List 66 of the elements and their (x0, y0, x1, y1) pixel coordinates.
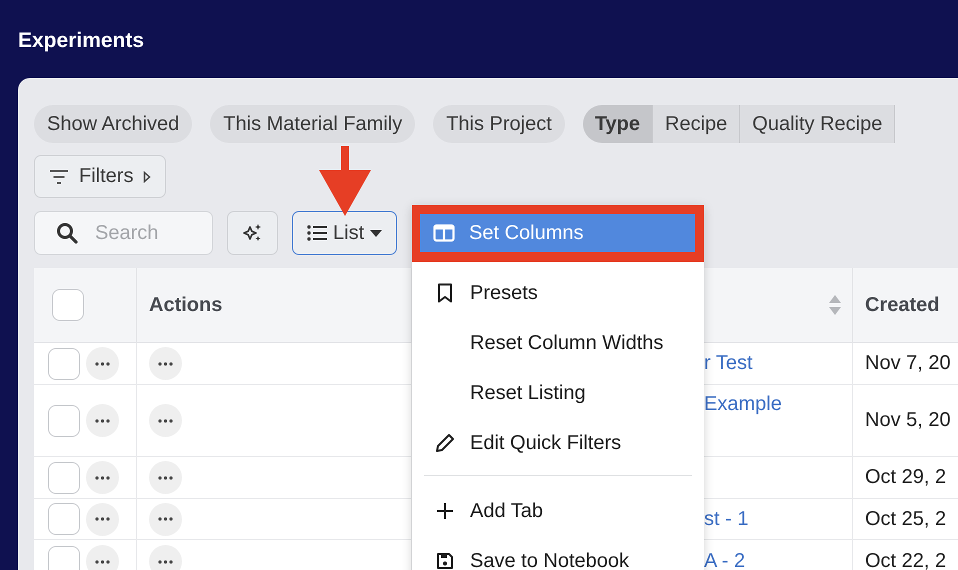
menu-item[interactable]: Set Columns (420, 214, 695, 252)
more-button[interactable] (86, 461, 119, 494)
filter-icon (49, 170, 69, 184)
more-button[interactable] (86, 502, 119, 536)
search-field[interactable]: Search (34, 211, 213, 255)
table-cell: Oct 22, 2 (865, 550, 946, 570)
experiment-link[interactable]: A - 2 (704, 550, 746, 570)
checkbox[interactable] (48, 404, 80, 436)
plus-icon (436, 502, 454, 520)
ellipsis-icon (95, 560, 110, 564)
quick-filter-chip[interactable]: This Project (433, 105, 565, 143)
table-icon (433, 224, 455, 242)
view-dropdown[interactable]: List (292, 211, 398, 255)
menu-item[interactable]: Reset Listing (412, 368, 704, 418)
more-button[interactable] (149, 545, 182, 570)
sparkle-icon (242, 223, 262, 243)
checkbox[interactable] (48, 348, 80, 380)
checkbox[interactable] (52, 289, 84, 321)
ellipsis-icon (95, 517, 110, 521)
more-button[interactable] (149, 502, 182, 536)
experiment-link[interactable]: st - 1 (704, 508, 748, 530)
ellipsis-icon (158, 476, 173, 480)
table-cell: Nov 5, 20 (865, 409, 951, 432)
more-button[interactable] (149, 404, 182, 437)
table-cell: Oct 25, 2 (865, 508, 946, 530)
ellipsis-icon (158, 418, 173, 422)
more-button[interactable] (86, 347, 119, 380)
quick-filter-chip[interactable]: This Material Family (210, 105, 416, 143)
caret-icon (370, 230, 382, 236)
column-header: Created (864, 294, 940, 316)
more-button[interactable] (86, 404, 119, 437)
checkbox[interactable] (48, 503, 80, 535)
ellipsis-icon (95, 362, 110, 366)
group-by-tab[interactable]: Recipe (653, 105, 740, 143)
bookmark-icon (437, 283, 453, 303)
list-icon (307, 225, 327, 241)
table-cell: Nov 7, 20 (865, 352, 951, 375)
group-by-tab[interactable]: Quality Recipe (740, 105, 896, 143)
menu-item[interactable]: Edit Quick Filters (412, 418, 704, 468)
ellipsis-icon (95, 418, 110, 422)
filters-button[interactable]: Filters (34, 155, 166, 198)
quick-filter-chip[interactable]: Show Archived (34, 105, 192, 143)
arrow-annotation (319, 146, 371, 216)
column-header: Actions (148, 294, 222, 316)
search-icon (56, 222, 78, 244)
checkbox[interactable] (48, 546, 80, 570)
ellipsis-icon (95, 476, 110, 480)
more-button[interactable] (86, 545, 119, 570)
ai-button[interactable] (227, 211, 278, 255)
page-title: Experiments (17, 28, 146, 54)
more-button[interactable] (149, 347, 182, 380)
experiment-link[interactable]: r Test (704, 352, 753, 375)
menu-item[interactable]: Save to Notebook (412, 536, 704, 570)
more-button[interactable] (149, 461, 182, 494)
ellipsis-icon (158, 517, 173, 521)
checkbox[interactable] (48, 462, 80, 494)
pencil-icon (435, 433, 455, 453)
menu-item[interactable]: Reset Column Widths (412, 318, 704, 368)
ellipsis-icon (158, 560, 173, 564)
save-icon (436, 552, 454, 570)
ellipsis-icon (158, 362, 173, 366)
experiment-link[interactable]: Example (704, 393, 782, 416)
table-cell: Oct 29, 2 (865, 466, 946, 489)
menu-item[interactable]: Add Tab (412, 486, 704, 536)
caret-icon (143, 170, 152, 182)
group-by-tab[interactable]: Type (582, 105, 654, 143)
